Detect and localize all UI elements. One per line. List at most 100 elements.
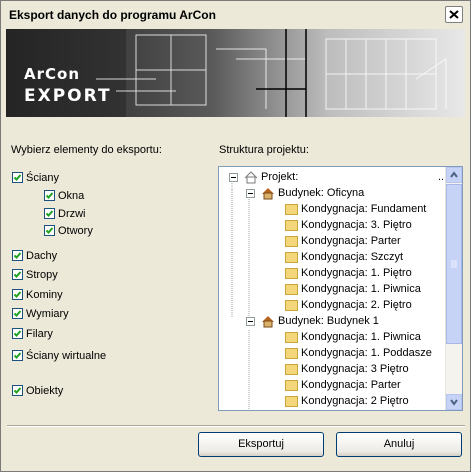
checkbox-box[interactable]	[44, 208, 55, 219]
checkbox-box[interactable]	[12, 308, 23, 319]
checkbox-sciany[interactable]: Ściany	[12, 170, 59, 185]
checkmark-icon	[13, 252, 22, 259]
tree-building-label: Budynek: Budynek 1	[278, 315, 379, 327]
scroll-down-button[interactable]	[446, 394, 462, 410]
window-title: Eksport danych do programu ArCon	[9, 8, 216, 22]
scroll-thumb[interactable]	[446, 184, 462, 344]
tree-floor[interactable]: Kondygnacja: 1. Piętro	[285, 265, 412, 281]
tree-floor[interactable]: Kondygnacja: 1. Piwnica	[285, 281, 421, 297]
checkbox-drzwi[interactable]: Drzwi	[44, 206, 86, 221]
checkbox-box[interactable]	[12, 328, 23, 339]
banner-brand-arcon: ArCon	[24, 65, 80, 83]
project-tree[interactable]: Projekt: ... Budynek: Oficyna Kondygnacj…	[218, 166, 463, 411]
checkbox-okna[interactable]: Okna	[44, 188, 84, 203]
tree-floor[interactable]: Kondygnacja: 2 Piętro	[285, 393, 409, 409]
tree-floor-label: Kondygnacja: 2 Piętro	[301, 395, 409, 407]
elements-heading: Wybierz elementy do eksportu:	[11, 144, 162, 156]
tree-floor[interactable]: Kondygnacja: Parter	[285, 377, 401, 393]
grip-icon	[451, 260, 457, 268]
checkmark-icon	[13, 330, 22, 337]
checkbox-box[interactable]	[12, 289, 23, 300]
tree-floor[interactable]: Kondygnacja: 3. Piętro	[285, 217, 412, 233]
checkbox-otwory[interactable]: Otwory	[44, 223, 93, 238]
banner-brand-export: EXPORT	[24, 86, 112, 106]
checkmark-icon	[13, 387, 22, 394]
export-button[interactable]: Eksportuj	[198, 432, 324, 457]
checkbox-filary[interactable]: Filary	[12, 326, 53, 341]
checkbox-wymiary[interactable]: Wymiary	[12, 306, 69, 321]
checkmark-icon	[45, 192, 54, 199]
folder-icon	[285, 219, 298, 231]
tree-floor-label: Kondygnacja: 3. Piętro	[301, 219, 412, 231]
close-button[interactable]	[445, 6, 463, 23]
checkbox-dachy[interactable]: Dachy	[12, 248, 57, 263]
export-dialog: Eksport danych do programu ArCon ArCon E…	[0, 0, 471, 472]
checkbox-label: Okna	[58, 189, 85, 202]
tree-floor[interactable]: Kondygnacja: 1. Poddasze	[285, 345, 432, 361]
checkmark-icon	[45, 227, 54, 234]
structure-heading: Struktura projektu:	[219, 144, 309, 156]
arrow-down-icon	[450, 399, 458, 406]
tree-floor-label: Kondygnacja: 1. Piętro	[301, 267, 412, 279]
tree-scrollbar[interactable]	[445, 167, 462, 410]
checkmark-icon	[13, 291, 22, 298]
checkbox-label: Drzwi	[58, 207, 86, 220]
checkbox-label: Ściany wirtualne	[26, 349, 107, 362]
tree-floor-label: Kondygnacja: 1. Piwnica	[301, 331, 421, 343]
checkbox-label: Dachy	[26, 249, 58, 262]
folder-icon	[285, 251, 298, 263]
tree-root[interactable]: Projekt:	[229, 169, 298, 185]
folder-icon	[285, 267, 298, 279]
building-icon	[262, 315, 274, 327]
checkbox-box[interactable]	[12, 172, 23, 183]
checkbox-stropy[interactable]: Stropy	[12, 267, 58, 282]
checkbox-box[interactable]	[44, 225, 55, 236]
checkbox-box[interactable]	[12, 350, 23, 361]
collapse-icon[interactable]	[229, 172, 238, 182]
tree-floor[interactable]: Kondygnacja: 2. Piętro	[285, 297, 412, 313]
checkbox-label: Filary	[26, 327, 53, 340]
separator	[7, 425, 465, 427]
checkbox-label: Kominy	[26, 288, 63, 301]
arcon-banner: ArCon EXPORT	[6, 29, 465, 117]
folder-icon	[285, 283, 298, 295]
tree-building-label: Budynek: Oficyna	[278, 187, 365, 199]
tree-floor-label: Kondygnacja: Szczyt	[301, 251, 404, 263]
collapse-icon[interactable]	[246, 316, 255, 326]
building-icon	[262, 187, 274, 199]
tree-floor[interactable]: Kondygnacja: Szczyt	[285, 249, 403, 265]
tree-building-oficyna[interactable]: Budynek: Oficyna	[246, 185, 364, 201]
tree-floor[interactable]: Kondygnacja: 3 Piętro	[285, 361, 409, 377]
checkbox-label: Obiekty	[26, 384, 64, 397]
checkbox-box[interactable]	[12, 385, 23, 396]
checkbox-kominy[interactable]: Kominy	[12, 287, 63, 302]
folder-icon	[285, 331, 298, 343]
checkbox-label: Wymiary	[26, 307, 69, 320]
tree-floor-label: Kondygnacja: 1. Poddasze	[301, 347, 432, 359]
tree-floor[interactable]: Kondygnacja: Parter	[285, 233, 401, 249]
checkbox-box[interactable]	[12, 250, 23, 261]
tree-floor[interactable]: Kondygnacja: 1. Piwnica	[285, 329, 421, 345]
tree-floor-label: Kondygnacja: Parter	[301, 235, 401, 247]
arrow-up-icon	[450, 171, 458, 178]
checkbox-label: Otwory	[58, 224, 93, 237]
folder-icon	[285, 299, 298, 311]
banner-brand: ArCon EXPORT	[24, 65, 112, 106]
title-bar: Eksport danych do programu ArCon	[1, 1, 470, 29]
tree-root-label: Projekt:	[261, 171, 299, 183]
collapse-icon[interactable]	[246, 188, 255, 198]
checkmark-icon	[13, 174, 22, 181]
tree-floor[interactable]: Kondygnacja: Fundament	[285, 201, 426, 217]
tree-floor-label: Kondygnacja: 1. Piwnica	[301, 283, 421, 295]
checkbox-box[interactable]	[12, 269, 23, 280]
checkbox-box[interactable]	[44, 190, 55, 201]
house-icon	[244, 170, 258, 183]
folder-icon	[285, 395, 298, 407]
checkbox-sciany-wirtualne[interactable]: Ściany wirtualne	[12, 348, 106, 363]
cancel-button[interactable]: Anuluj	[336, 432, 462, 457]
tree-building-budynek-1[interactable]: Budynek: Budynek 1	[246, 313, 379, 329]
checkbox-obiekty[interactable]: Obiekty	[12, 383, 63, 398]
scroll-up-button[interactable]	[446, 167, 462, 183]
folder-icon	[285, 203, 298, 215]
checkmark-icon	[45, 210, 54, 217]
